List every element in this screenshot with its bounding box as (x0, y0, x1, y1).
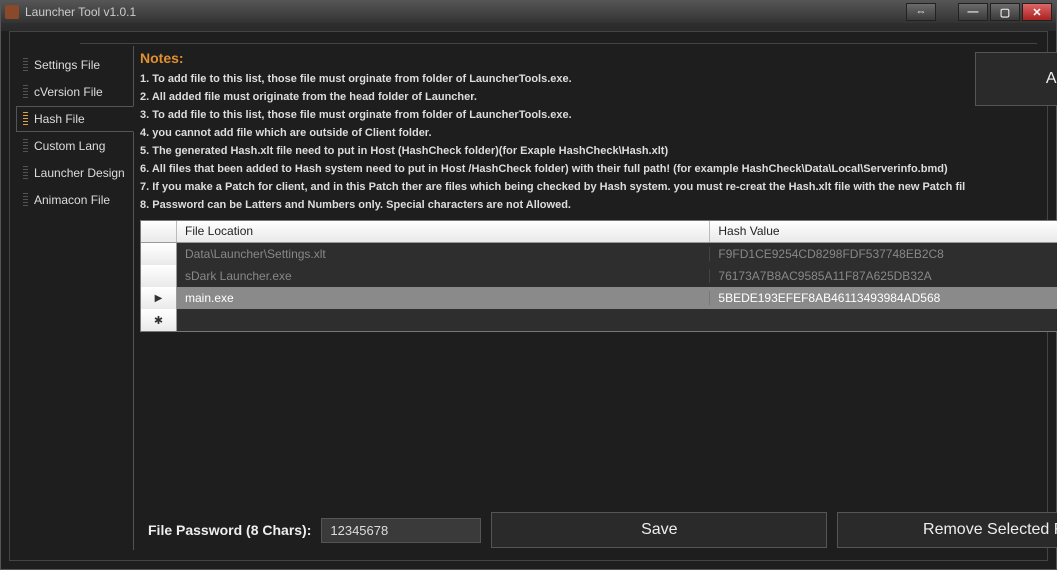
cell-hash-value[interactable]: 76173A7B8AC9585A11F87A625DB32A (710, 269, 1057, 283)
note-line: 6. All files that been added to Hash sys… (140, 160, 965, 178)
cell-hash-value[interactable]: F9FD1CE9254CD8298FDF537748EB2C8 (710, 247, 1057, 261)
table-row[interactable]: main.exe 5BEDE193EFEF8AB46113493984AD568 (141, 287, 1057, 309)
maximize-button[interactable]: ▢ (990, 3, 1020, 21)
content-frame: Settings File cVersion File Hash File Cu… (9, 31, 1048, 561)
row-selector[interactable] (141, 309, 177, 331)
app-icon (5, 5, 19, 19)
note-line: 4. you cannot add file which are outside… (140, 124, 965, 142)
tab-label: Hash File (34, 112, 85, 126)
save-label: Save (641, 521, 677, 539)
notes-title: Notes: (140, 50, 965, 66)
note-line: 5. The generated Hash.xlt file need to p… (140, 142, 965, 160)
note-line: 7. If you make a Patch for client, and i… (140, 178, 965, 196)
notes-block: Notes: 1. To add file to this list, thos… (140, 50, 975, 214)
file-grid[interactable]: File Location Hash Value Data\Launcher\S… (140, 220, 1057, 332)
col-hash-value[interactable]: Hash Value (710, 221, 1057, 242)
titlebar[interactable]: Launcher Tool v1.0.1 ⇔ — ▢ ✕ (1, 1, 1056, 23)
cell-hash-value[interactable]: 5BEDE193EFEF8AB46113493984AD568 (710, 291, 1057, 305)
tab-label: cVersion File (34, 85, 103, 99)
grid-header: File Location Hash Value (141, 221, 1057, 243)
sidebar: Settings File cVersion File Hash File Cu… (16, 46, 134, 550)
table-row-new[interactable] (141, 309, 1057, 331)
tab-label: Custom Lang (34, 139, 105, 153)
password-input[interactable] (321, 518, 481, 543)
tab-strip-top (80, 32, 1037, 44)
remove-selected-button[interactable]: Remove Selected Files (837, 512, 1057, 548)
main-panel: Notes: 1. To add file to this list, thos… (133, 46, 1057, 550)
window-title: Launcher Tool v1.0.1 (25, 5, 136, 19)
tab-label: Settings File (34, 58, 100, 72)
password-label: File Password (8 Chars): (148, 522, 311, 538)
row-selector[interactable] (141, 265, 177, 287)
note-line: 8. Password can be Latters and Numbers o… (140, 196, 965, 214)
tab-label: Animacon File (34, 193, 110, 207)
tab-label: Launcher Design (34, 166, 125, 180)
col-file-location[interactable]: File Location (177, 221, 710, 242)
note-line: 1. To add file to this list, those file … (140, 70, 965, 88)
tab-launcher-design[interactable]: Launcher Design (16, 160, 134, 186)
note-line: 3. To add file to this list, those file … (140, 106, 965, 124)
table-row[interactable]: sDark Launcher.exe 76173A7B8AC9585A11F87… (141, 265, 1057, 287)
row-selector[interactable] (141, 243, 177, 265)
table-row[interactable]: Data\Launcher\Settings.xlt F9FD1CE9254CD… (141, 243, 1057, 265)
cell-file-location[interactable]: main.exe (177, 291, 710, 305)
bottom-bar: File Password (8 Chars): Save Remove Sel… (140, 506, 1057, 550)
cell-file-location[interactable]: sDark Launcher.exe (177, 269, 710, 283)
minimize-button[interactable]: — (958, 3, 988, 21)
tab-settings-file[interactable]: Settings File (16, 52, 134, 78)
tab-animacon-file[interactable]: Animacon File (16, 187, 134, 213)
note-line: 2. All added file must originate from th… (140, 88, 965, 106)
tab-custom-lang[interactable]: Custom Lang (16, 133, 134, 159)
tab-cversion-file[interactable]: cVersion File (16, 79, 134, 105)
save-button[interactable]: Save (491, 512, 827, 548)
tab-hash-file[interactable]: Hash File (16, 106, 134, 132)
add-file-button[interactable]: Add File (975, 52, 1057, 106)
cell-file-location[interactable]: Data\Launcher\Settings.xlt (177, 247, 710, 261)
window-controls: ⇔ — ▢ ✕ (906, 3, 1052, 21)
add-file-label: Add File (1046, 70, 1057, 88)
swap-button[interactable]: ⇔ (906, 3, 936, 21)
close-button[interactable]: ✕ (1022, 3, 1052, 21)
row-selector[interactable] (141, 287, 177, 309)
remove-label: Remove Selected Files (923, 521, 1057, 539)
app-window: Launcher Tool v1.0.1 ⇔ — ▢ ✕ Settings Fi… (0, 0, 1057, 570)
